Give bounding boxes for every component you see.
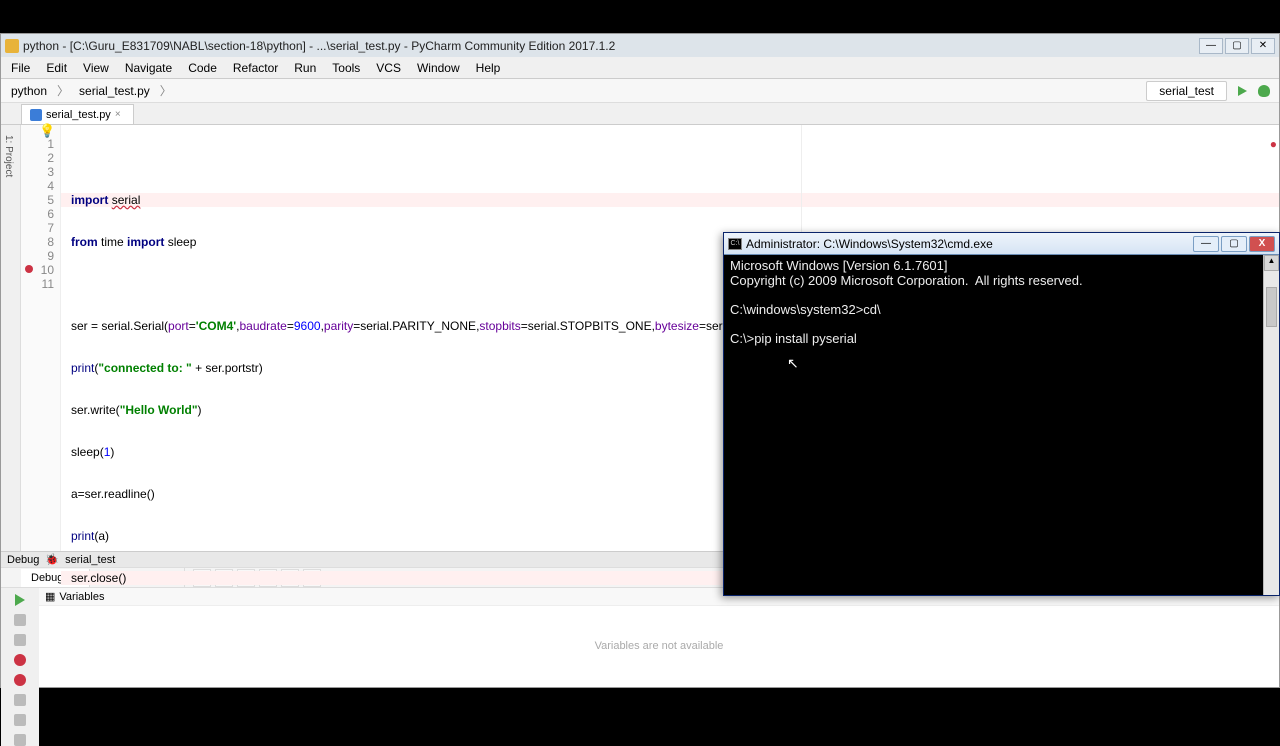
minimize-button[interactable]: — [1199,38,1223,54]
breadcrumb-file[interactable]: serial_test.py [73,82,156,100]
scroll-up-button[interactable]: ▲ [1264,255,1279,271]
cmd-line: C:\windows\system32>cd\ [730,302,881,317]
cmd-line: Microsoft Windows [Version 6.1.7601] [730,258,948,273]
pycharm-icon [5,39,19,53]
tab-close-button[interactable]: × [115,110,125,120]
chevron-right-icon: 〉 [57,82,69,99]
gutter-ln: 10 [21,263,60,277]
breadcrumb: python 〉 serial_test.py 〉 [5,82,1146,100]
cmd-close-button[interactable]: X [1249,236,1275,252]
menubar: File Edit View Navigate Code Refactor Ru… [1,57,1279,79]
cmd-minimize-button[interactable]: — [1193,236,1219,252]
cmd-scrollbar[interactable]: ▲ [1263,255,1279,595]
scroll-thumb[interactable] [1266,287,1277,327]
debug-side-toolbar [1,588,39,746]
ide-titlebar: python - [C:\Guru_E831709\NABL\section-1… [1,34,1279,57]
menu-help[interactable]: Help [468,59,509,77]
debug-header-label: Debug [7,554,39,566]
ide-title: python - [C:\Guru_E831709\NABL\section-1… [23,39,1199,53]
menu-run[interactable]: Run [286,59,324,77]
stop-button[interactable] [14,634,26,646]
gutter-ln: 💡1 [21,137,60,151]
cmd-terminal[interactable]: Microsoft Windows [Version 6.1.7601] Cop… [724,255,1279,595]
restore-layout-button[interactable] [14,734,26,746]
cmd-icon: C:\ [728,238,742,250]
gutter-ln: 7 [21,221,60,235]
code-line: import serial [61,193,1279,207]
chevron-right-icon: 〉 [160,82,172,99]
editor-gutter: 💡1 2 3 4 5 6 7 8 9 10 11 [21,125,61,551]
editor-tabbar: serial_test.py × [1,103,1279,125]
cmd-title: Administrator: C:\Windows\System32\cmd.e… [746,237,1193,251]
gutter-ln: 11 [21,277,60,291]
maximize-button[interactable]: ▢ [1225,38,1249,54]
variables-empty-text: Variables are not available [39,606,1279,686]
gutter-ln: 5 [21,193,60,207]
breakpoint-icon[interactable] [25,265,33,273]
gutter-ln: 8 [21,235,60,249]
tab-label: serial_test.py [46,109,111,121]
menu-refactor[interactable]: Refactor [225,59,286,77]
cmd-line: C:\>pip install pyserial [730,331,857,346]
view-breakpoints-button[interactable] [14,654,26,666]
bug-icon [1258,85,1270,97]
navbar: python 〉 serial_test.py 〉 serial_test [1,79,1279,103]
sidebar-project[interactable]: 1: Project [1,129,16,551]
close-button[interactable]: ✕ [1251,38,1275,54]
menu-tools[interactable]: Tools [324,59,368,77]
editor-tab[interactable]: serial_test.py × [21,104,134,124]
play-icon [1238,86,1247,96]
cmd-line: Copyright (c) 2009 Microsoft Corporation… [730,273,1083,288]
gutter-ln: 6 [21,207,60,221]
run-config-selector[interactable]: serial_test [1146,81,1227,101]
mute-breakpoints-button[interactable] [14,674,26,686]
resume-program-button[interactable] [15,594,25,606]
bulb-icon[interactable]: 💡 [39,123,55,139]
python-file-icon [30,109,42,121]
menu-file[interactable]: File [3,59,38,77]
settings-button[interactable] [14,694,26,706]
menu-code[interactable]: Code [180,59,225,77]
cmd-window[interactable]: C:\ Administrator: C:\Windows\System32\c… [723,232,1280,596]
cmd-maximize-button[interactable]: ▢ [1221,236,1247,252]
debug-button[interactable] [1255,82,1273,100]
pause-button[interactable] [14,614,26,626]
menu-edit[interactable]: Edit [38,59,75,77]
gutter-ln: 4 [21,179,60,193]
menu-view[interactable]: View [75,59,117,77]
left-toolwindow-bar: 1: Project 2: Structure [1,125,21,551]
gutter-ln: 9 [21,249,60,263]
pin-button[interactable] [14,714,26,726]
gutter-ln: 3 [21,165,60,179]
breadcrumb-root[interactable]: python [5,82,53,100]
cmd-titlebar[interactable]: C:\ Administrator: C:\Windows\System32\c… [724,233,1279,255]
error-stripe-marker[interactable]: ● [1270,137,1277,151]
gutter-ln: 2 [21,151,60,165]
run-button[interactable] [1233,82,1251,100]
menu-window[interactable]: Window [409,59,468,77]
menu-navigate[interactable]: Navigate [117,59,180,77]
menu-vcs[interactable]: VCS [368,59,409,77]
